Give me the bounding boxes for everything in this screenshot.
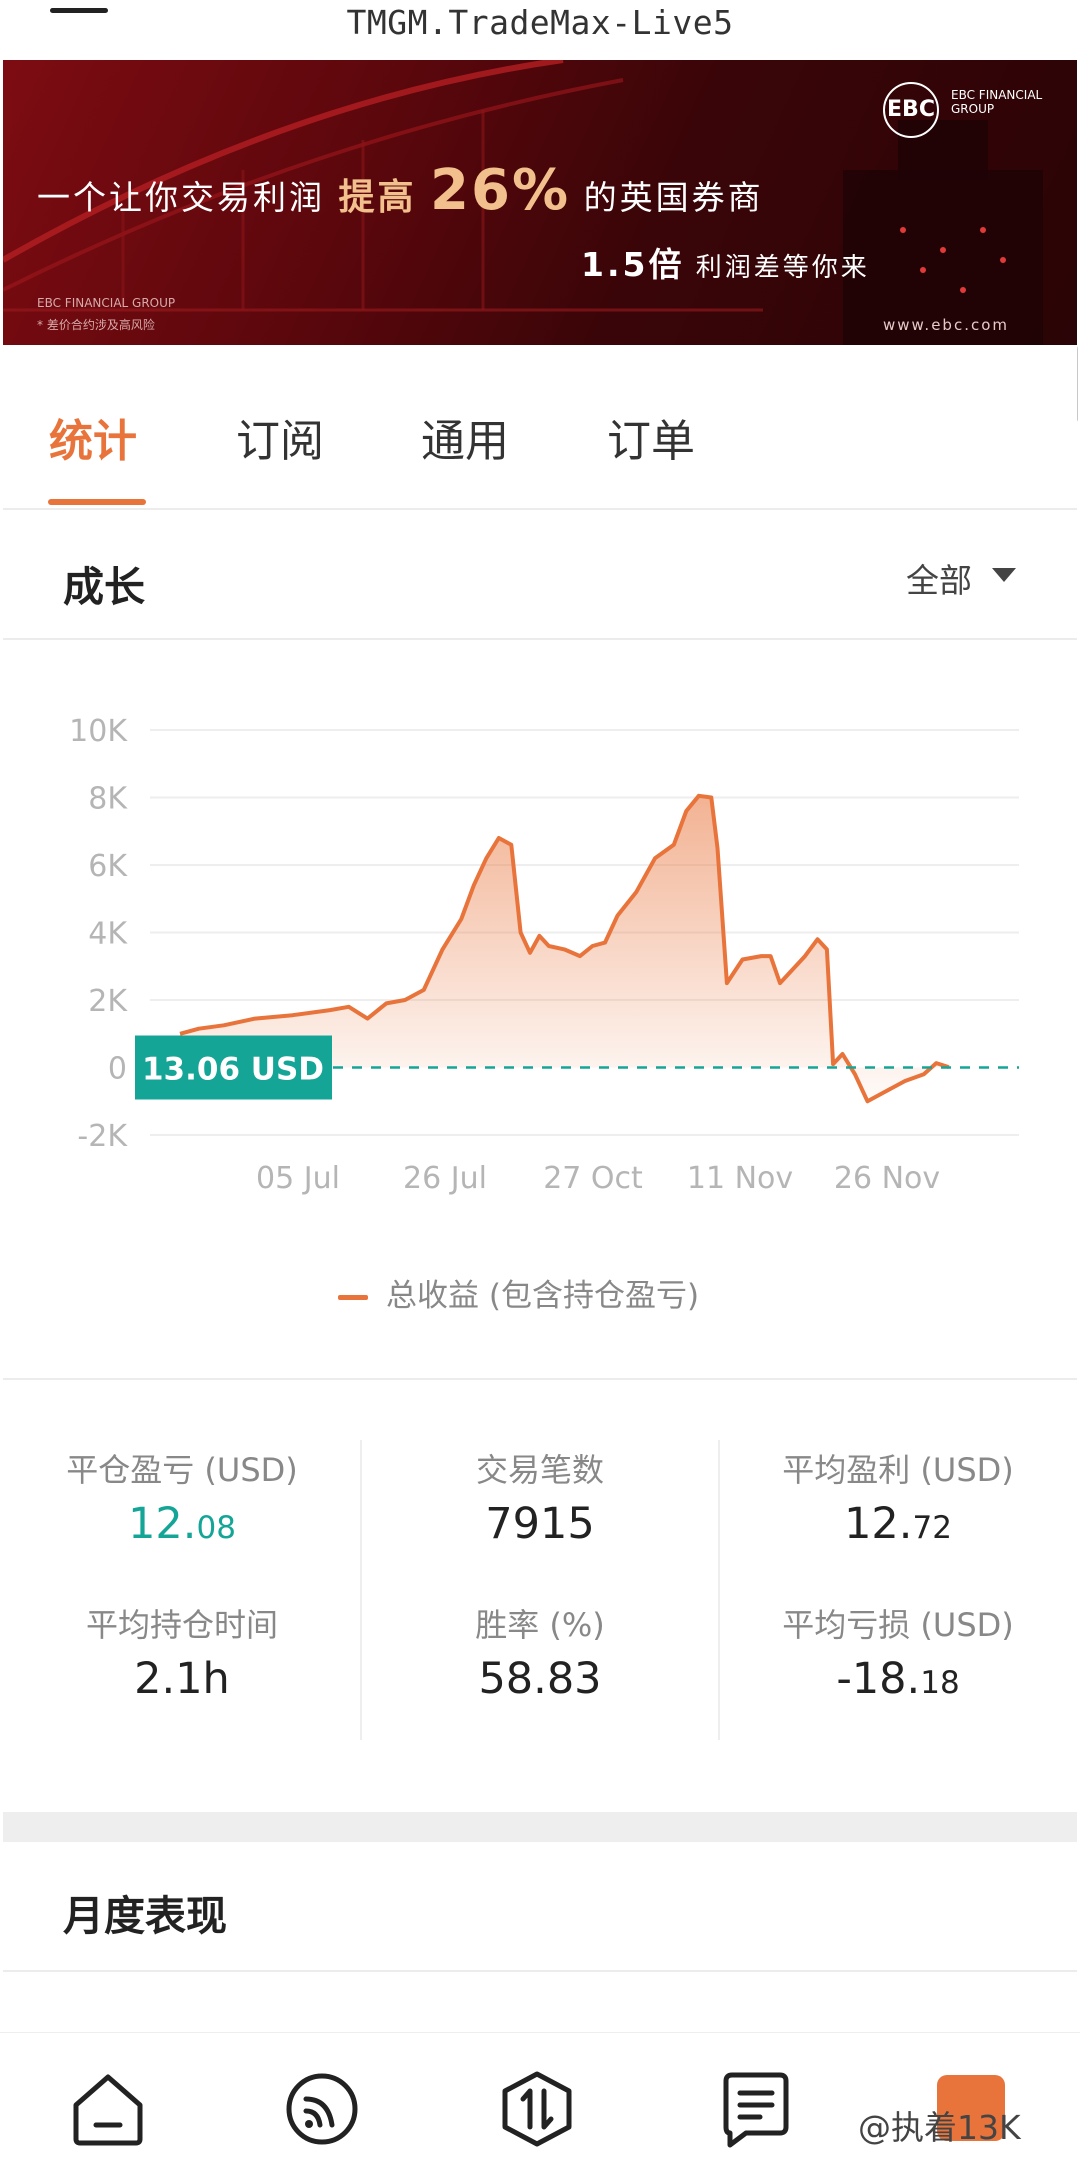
x-tick-label: 26 Nov <box>834 1161 940 1196</box>
growth-header: 成长 全部 <box>3 510 1077 640</box>
chevron-down-icon[interactable] <box>992 568 1016 582</box>
headline-pre: 一个让你交易利润 <box>37 178 325 217</box>
y-tick-label: 10K <box>69 714 128 749</box>
feed-icon[interactable] <box>282 2069 362 2149</box>
tab-orders[interactable]: 订单 <box>607 405 695 469</box>
banner-headline: 一个让你交易利润 提高 26% 的英国券商 <box>37 158 764 223</box>
headline-post: 的英国券商 <box>583 178 764 217</box>
banner-brand: EBC FINANCIAL GROUP <box>37 296 176 310</box>
stat-value: 7915 <box>361 1499 719 1549</box>
stat-value-decimal: 18 <box>920 1665 960 1701</box>
stat-value-int: 7915 <box>485 1499 595 1549</box>
y-tick-label: 6K <box>88 849 128 884</box>
stat-value-int: 12. <box>128 1499 197 1549</box>
stat-value: 2.1h <box>3 1654 361 1704</box>
stat-value-int: 12. <box>844 1499 913 1549</box>
y-tick-label: 0 <box>108 1052 127 1087</box>
stat-value-int: 58.83 <box>478 1654 602 1704</box>
y-tick-label: 2K <box>88 984 128 1019</box>
subline-text: 利润差等你来 <box>695 253 870 283</box>
chart-legend: 总收益 (包含持仓盈亏) <box>338 1270 699 1315</box>
stat-cell: 平均亏损 (USD) -18.18 <box>719 1600 1077 1704</box>
stat-value-decimal: 08 <box>196 1510 236 1546</box>
tab-subscribe[interactable]: 订阅 <box>236 405 324 469</box>
banner-risk-note: * 差价合约涉及高风险 <box>37 318 155 332</box>
stat-cell: 交易笔数 7915 <box>361 1445 719 1549</box>
stat-label: 平均持仓时间 <box>85 1606 278 1644</box>
stat-cell: 平均持仓时间 2.1h <box>3 1600 361 1704</box>
y-tick-label: 8K <box>88 782 128 817</box>
headline-percent: 26% <box>430 158 571 223</box>
y-tick-label: -2K <box>77 1119 128 1154</box>
stat-value: 58.83 <box>361 1654 719 1704</box>
subline-big: 1.5倍 <box>581 245 685 284</box>
stat-value-int: 2.1h <box>134 1654 230 1704</box>
watermark-text: @执着13K <box>858 2108 1021 2147</box>
stat-label: 平均盈利 (USD) <box>782 1451 1014 1489</box>
growth-chart-svg: 10K 8K 6K 4K 2K 0 -2K 05 Jul 26 Jul 27 Oct 11 Nov 2… <box>69 714 1019 1196</box>
y-tick-label: 4K <box>88 917 128 952</box>
ad-banner[interactable]: EBC EBC FINANCIAL GROUP 一个让你交易利润 提高 26% … <box>3 60 1077 345</box>
ebc-logo-icon: EBC <box>883 82 939 138</box>
stat-cell: 胜率 (%) 58.83 <box>361 1600 719 1704</box>
stat-cell: 平仓盈亏 (USD) 12.08 <box>3 1445 361 1549</box>
tab-general[interactable]: 通用 <box>421 405 509 469</box>
monthly-content <box>3 1972 1077 2032</box>
headline-highlight: 提高 <box>338 177 417 218</box>
title-bar: TMGM.TradeMax-Live5 <box>0 0 1080 60</box>
home-icon[interactable] <box>68 2069 148 2149</box>
x-tick-label: 27 Oct <box>543 1161 643 1196</box>
legend-swatch <box>338 1295 368 1300</box>
stat-label: 平仓盈亏 (USD) <box>66 1451 298 1489</box>
notes-icon[interactable] <box>716 2069 796 2149</box>
stats-grid: 平仓盈亏 (USD) 12.08 交易笔数 7915 平均盈利 (USD) 12.72 平均… <box>3 1380 1077 1812</box>
growth-chart: 10K 8K 6K 4K 2K 0 -2K 05 Jul 26 Jul 27 Oct 11 Nov 2… <box>3 640 1077 1380</box>
stat-value-int: -18. <box>836 1654 921 1704</box>
growth-title: 成长 <box>63 563 145 611</box>
stat-label: 交易笔数 <box>475 1451 604 1489</box>
section-separator <box>3 1812 1077 1842</box>
stat-value: 12.08 <box>3 1499 361 1549</box>
stat-cell: 平均盈利 (USD) 12.72 <box>719 1445 1077 1549</box>
x-tick-label: 05 Jul <box>256 1161 340 1196</box>
active-tab-indicator <box>48 499 146 505</box>
trade-icon[interactable] <box>497 2069 577 2149</box>
stat-value: 12.72 <box>719 1499 1077 1549</box>
stat-value-decimal: 72 <box>912 1510 952 1546</box>
tab-bar: 统计 订阅 通用 订单 <box>3 345 1077 510</box>
legend-label: 总收益 (包含持仓盈亏) <box>386 1278 700 1314</box>
banner-subline: 1.5倍 利润差等你来 <box>581 238 870 286</box>
stat-label: 平均亏损 (USD) <box>782 1606 1014 1644</box>
x-tick-label: 11 Nov <box>687 1161 793 1196</box>
monthly-title: 月度表现 <box>63 1892 227 1940</box>
monthly-performance-header[interactable]: 月度表现 <box>3 1842 1077 1972</box>
tab-stats[interactable]: 统计 <box>49 405 137 469</box>
stat-value: -18.18 <box>719 1654 1077 1704</box>
stat-label: 胜率 (%) <box>475 1606 605 1644</box>
current-value-label: 13.06 USD <box>142 1052 324 1088</box>
banner-url: www.ebc.com <box>883 316 1009 334</box>
range-filter-select[interactable]: 全部 <box>906 554 972 602</box>
x-tick-label: 26 Jul <box>403 1161 487 1196</box>
ebc-logo-text: EBC FINANCIAL GROUP <box>951 88 1043 116</box>
app-title: TMGM.TradeMax-Live5 <box>346 3 734 42</box>
bottom-nav: @执着13K <box>0 2032 1080 2181</box>
